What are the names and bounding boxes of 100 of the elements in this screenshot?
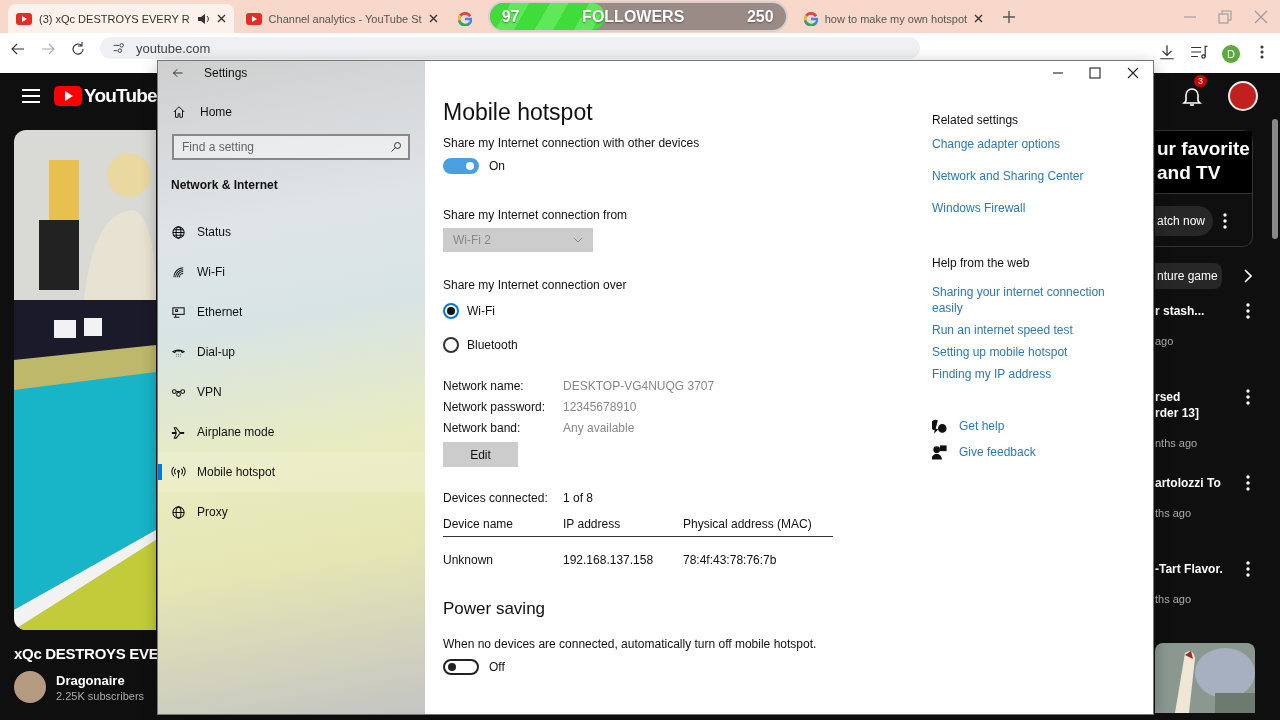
filter-chip[interactable]: nture game (1155, 263, 1222, 289)
video-title[interactable]: -Tart Flavor. (1155, 561, 1223, 577)
detail-label: Network band: (443, 421, 522, 435)
column-header: Physical address (MAC) (683, 505, 833, 537)
notification-count: 3 (1194, 75, 1207, 87)
video-play-icon (16, 12, 32, 25)
minimize-icon (1184, 15, 1196, 18)
home-link[interactable]: Home (158, 85, 425, 119)
column-header: IP address (563, 505, 683, 537)
chevron-right-icon[interactable] (1243, 269, 1252, 283)
g-logo-icon (803, 11, 818, 26)
g-logo-icon (457, 11, 472, 26)
detail-value: DESKTOP-VG4NUQG 3707 (563, 379, 716, 393)
support-link[interactable]: Give feedback (959, 444, 1036, 460)
video-title[interactable]: r stash... (1155, 303, 1205, 319)
goal-count: 250 (746, 7, 774, 26)
globe-icon (171, 504, 186, 520)
close-icon[interactable] (974, 14, 984, 23)
chevron-down-icon (573, 237, 583, 243)
side-heading: Related settings (932, 113, 1020, 127)
scrollbar[interactable] (1272, 119, 1278, 239)
nav-item[interactable]: VPN (158, 372, 425, 412)
more-icon[interactable] (1246, 303, 1250, 319)
support-link[interactable]: Get help (959, 418, 1005, 434)
home-icon (172, 105, 186, 119)
setting-label: Share my Internet connection from (443, 208, 629, 222)
setting-label: Share my Internet connection with other devices (443, 136, 701, 150)
bell-icon[interactable] (1182, 85, 1202, 107)
browser-tab[interactable]: (3) xQc DESTROYS EVERY R (8, 4, 234, 33)
settings-link[interactable]: Windows Firewall (932, 200, 1132, 216)
video-title[interactable]: artolozzi To (1155, 475, 1221, 491)
nav-item[interactable]: Wi-Fi (158, 252, 425, 292)
side-heading: Help from the web (932, 256, 1031, 270)
detail-label: Devices connected: (443, 491, 549, 505)
more-icon[interactable] (1246, 475, 1250, 491)
help-link[interactable]: Setting up mobile hotspot (932, 344, 1132, 360)
edit-button[interactable]: Edit (443, 442, 518, 467)
wifi-icon (171, 264, 186, 280)
more-icon[interactable] (1223, 213, 1228, 229)
more-icon[interactable] (1246, 561, 1250, 577)
close-icon[interactable] (216, 14, 226, 23)
youtube-logo[interactable]: YouTube (54, 85, 157, 107)
help-link[interactable]: Run an internet speed test (932, 322, 1132, 338)
video-title[interactable]: xQc DESTROYS EVE (14, 645, 159, 662)
nav-item[interactable]: Ethernet (158, 292, 425, 332)
menu-icon[interactable] (22, 89, 40, 103)
radio-label[interactable]: Wi-Fi (467, 304, 495, 318)
account-avatar[interactable] (1228, 81, 1258, 111)
new-tab-icon[interactable] (1003, 10, 1016, 23)
detail-value: Any available (563, 421, 636, 435)
table-cell-text: 192.168.137.158 (563, 552, 655, 567)
section-title: Power saving (443, 599, 547, 619)
nav-item[interactable]: Status (158, 212, 425, 252)
back-icon (172, 67, 184, 79)
search-icon (390, 141, 402, 153)
search-field[interactable]: Find a setting (172, 134, 410, 160)
speaker-icon[interactable] (196, 12, 210, 25)
address-bar[interactable]: youtube.com (100, 37, 920, 59)
forward-icon (40, 41, 56, 57)
back-icon (10, 41, 26, 57)
globe-icon (171, 224, 186, 240)
video-age: ago (1155, 335, 1175, 347)
page-title: Mobile hotspot (443, 99, 594, 126)
detail-label: Network name: (443, 379, 525, 393)
nav-item[interactable]: Airplane mode (158, 412, 425, 452)
radio-button[interactable] (443, 337, 459, 353)
nav-item[interactable]: Dial-up (158, 332, 425, 372)
section-heading: Network & Internet (170, 177, 279, 192)
channel-name[interactable]: Dragonaire (56, 672, 145, 688)
follower-count: 97 (501, 7, 520, 26)
video-age: ths ago (1155, 507, 1193, 519)
settings-link[interactable]: Change adapter options (932, 136, 1132, 152)
channel-avatar[interactable] (14, 671, 46, 703)
toggle-state: Off (489, 660, 505, 674)
close-icon (1254, 9, 1268, 24)
video-title[interactable]: rsed rder 13] (1155, 389, 1200, 421)
settings-link[interactable]: Network and Sharing Center (932, 168, 1132, 184)
restore-icon (1218, 9, 1232, 24)
table-cell-text: 78:4f:43:78:76:7b (683, 552, 778, 567)
window-title: Settings (204, 66, 248, 80)
help-link[interactable]: Sharing your internet connection easily (932, 284, 1132, 316)
nav-item[interactable]: Proxy (158, 492, 425, 532)
close-icon[interactable] (428, 14, 438, 23)
download-icon (1158, 43, 1176, 61)
toggle-switch[interactable] (443, 158, 479, 174)
more-icon[interactable] (1246, 389, 1250, 405)
video-age: ths ago (1155, 593, 1193, 605)
watch-button[interactable]: atch now (1155, 206, 1214, 236)
close-icon (1127, 67, 1139, 79)
airplane-icon (171, 424, 186, 440)
toggle-switch[interactable] (443, 659, 479, 675)
help-link[interactable]: Finding my IP address (932, 366, 1132, 382)
browser-tab[interactable]: Channel analytics - YouTube St (237, 4, 446, 33)
radio-button[interactable] (443, 303, 459, 319)
column-header: Device name (443, 505, 563, 537)
setting-label: Share my Internet connection over (443, 278, 628, 292)
browser-tab[interactable]: how to make my own hotspot (795, 4, 992, 33)
radio-label[interactable]: Bluetooth (467, 338, 518, 352)
nav-item[interactable]: Mobile hotspot (158, 452, 425, 492)
setting-label: When no devices are connected, automatically turn off mobile hotspot. (443, 637, 818, 651)
